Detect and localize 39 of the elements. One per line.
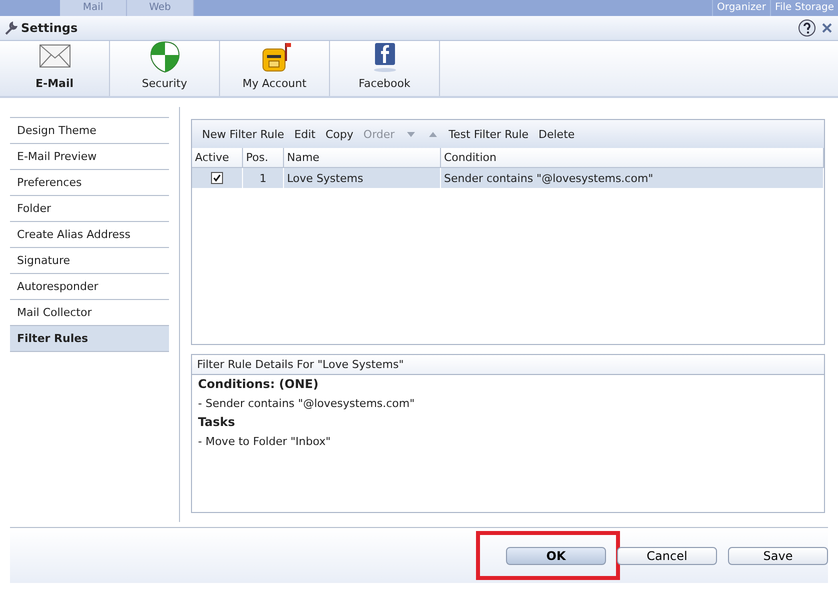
- settings-tab[interactable]: Security: [110, 41, 220, 96]
- details-text: - Sender contains "@lovesystems.com": [197, 396, 416, 412]
- checkbox[interactable]: [211, 172, 223, 184]
- dialog-button[interactable]: OK: [506, 546, 606, 564]
- toolbar-button[interactable]: Test Filter Rule: [444, 128, 534, 140]
- close-icon: [822, 23, 832, 33]
- sidebar-item[interactable]: E-Mail Preview: [10, 144, 169, 170]
- toolbar-button[interactable]: Delete: [534, 128, 580, 140]
- column-header[interactable]: Active: [192, 148, 242, 168]
- table-cell: Sender contains "@lovesystems.com": [440, 168, 824, 188]
- column-header[interactable]: Name: [284, 148, 440, 168]
- sidebar-item[interactable]: Folder: [10, 196, 169, 222]
- toolbar-button[interactable]: Edit: [289, 128, 320, 140]
- details-heading: Conditions: (ONE): [197, 376, 320, 393]
- sidebar-item[interactable]: Create Alias Address: [10, 222, 169, 248]
- table-cell: 1: [242, 168, 284, 188]
- check-icon: [213, 174, 221, 182]
- table-row[interactable]: 1 Love Systems Sender contains "@lovesystems.com": [192, 168, 824, 188]
- column-header[interactable]: Pos.: [242, 148, 284, 168]
- column-header[interactable]: Condition: [440, 148, 824, 168]
- help-icon: [798, 19, 816, 37]
- dialog-button[interactable]: Cancel: [617, 546, 717, 564]
- table-cell: Love Systems: [284, 168, 440, 188]
- settings-tab[interactable]: E-Mail: [0, 41, 110, 96]
- sidebar-item[interactable]: Autoresponder: [10, 274, 169, 300]
- details-heading: Tasks: [197, 414, 236, 431]
- dialog-button[interactable]: Save: [728, 546, 828, 564]
- details-text: - Move to Folder "Inbox": [197, 434, 332, 450]
- sidebar-item[interactable]: Filter Rules: [10, 326, 169, 352]
- shield-icon: [148, 41, 180, 73]
- toolbar-button[interactable]: Copy: [320, 128, 358, 140]
- toolbar-button[interactable]: New Filter Rule: [197, 128, 290, 140]
- settings-tab[interactable]: Facebook: [330, 41, 440, 96]
- sidebar-item[interactable]: Design Theme: [10, 118, 169, 144]
- window-title: Settings: [21, 21, 79, 35]
- wrench-icon: [3, 20, 19, 36]
- settings-tab[interactable]: My Account: [220, 41, 330, 96]
- sidebar-item[interactable]: Signature: [10, 248, 169, 274]
- sidebar-item[interactable]: Preferences: [10, 170, 169, 196]
